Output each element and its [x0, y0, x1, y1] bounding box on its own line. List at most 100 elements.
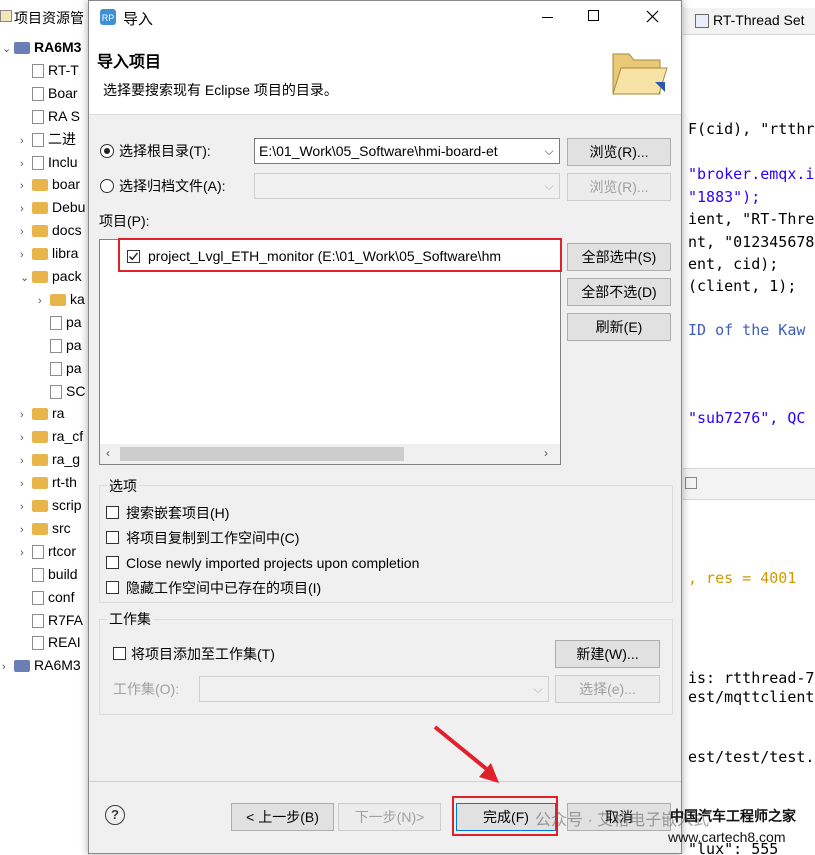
scrollbar-thumb[interactable] — [120, 447, 404, 461]
tree-item[interactable]: RT-T — [20, 59, 79, 81]
tree-item[interactable]: pa — [38, 334, 82, 356]
tree-item-label: rt-th — [52, 474, 77, 490]
tree-item[interactable]: › ka — [38, 288, 85, 310]
select-working-set-button: 选择(e)... — [555, 675, 660, 703]
chevron-right-icon[interactable]: › — [38, 290, 50, 312]
chevron-down-icon[interactable]: ⌵ — [541, 139, 557, 163]
tree-item-label: scrip — [52, 497, 82, 513]
code-line: "1883"); — [688, 188, 761, 206]
tree-item[interactable]: › rtcor — [20, 540, 76, 562]
dialog-titlebar[interactable]: RP 导入 — [89, 1, 681, 34]
option-label: Close newly imported projects upon compl… — [126, 555, 420, 571]
tree-item-label: RA S — [48, 108, 80, 124]
maximize-button[interactable] — [588, 10, 599, 21]
tree-item[interactable]: › 二进 — [20, 128, 76, 150]
tree-item[interactable]: › scrip — [20, 494, 82, 516]
tree-item[interactable]: build — [20, 563, 78, 585]
chevron-down-icon[interactable]: ⌄ — [20, 267, 32, 289]
header-file-icon — [32, 545, 44, 560]
chevron-right-icon[interactable]: › — [20, 153, 32, 175]
option-checkbox[interactable] — [106, 506, 119, 519]
chevron-right-icon[interactable]: › — [20, 496, 32, 518]
chevron-right-icon[interactable]: › — [20, 198, 32, 220]
add-to-working-set-checkbox[interactable] — [113, 647, 126, 660]
code-line: , res = 4001 — [688, 569, 797, 587]
folder-icon — [32, 202, 48, 215]
file-icon — [32, 614, 44, 629]
projects-list[interactable]: project_Lvgl_ETH_monitor (E:\01_Work\05_… — [99, 239, 561, 465]
code-line: is: rtthread-7 — [688, 669, 815, 687]
tree-item[interactable]: › ra_cf — [20, 425, 83, 447]
chevron-down-icon[interactable]: ⌄ — [2, 38, 14, 60]
settings-icon — [695, 14, 709, 28]
option-checkbox[interactable] — [106, 581, 119, 594]
chevron-right-icon[interactable]: › — [20, 175, 32, 197]
chevron-right-icon[interactable]: › — [20, 221, 32, 243]
deselect-all-button[interactable]: 全部不选(D) — [567, 278, 671, 306]
tree-item[interactable]: ⌄ pack — [20, 265, 82, 287]
chevron-right-icon[interactable]: › — [20, 542, 32, 564]
help-icon[interactable]: ? — [105, 805, 125, 825]
chevron-right-icon[interactable]: › — [20, 450, 32, 472]
folder-icon — [32, 225, 48, 238]
scroll-left-icon[interactable]: ‹ — [106, 446, 110, 460]
tree-item[interactable]: R7FA — [20, 609, 83, 631]
tree-item[interactable]: › boar — [20, 173, 80, 195]
project-explorer-tab[interactable]: 项目资源管 — [0, 6, 88, 34]
tree-item[interactable]: › libra — [20, 242, 78, 264]
tree-item[interactable]: › ra_g — [20, 448, 80, 470]
tree-item[interactable]: pa — [38, 357, 82, 379]
watermark-site-url: www.cartech8.com — [668, 829, 786, 845]
root-directory-combo[interactable]: E:\01_Work\05_Software\hmi-board-et ⌵ — [254, 138, 560, 164]
tree-item[interactable]: › Inclu — [20, 151, 78, 173]
console-icon — [685, 477, 697, 489]
select-all-button[interactable]: 全部选中(S) — [567, 243, 671, 271]
tree-item[interactable]: Boar — [20, 82, 78, 104]
minimize-button[interactable] — [542, 17, 553, 18]
tree-item-label: ka — [70, 291, 85, 307]
tree-item-label: src — [52, 520, 71, 536]
option-checkbox[interactable] — [106, 531, 119, 544]
new-working-set-button[interactable]: 新建(W)... — [555, 640, 660, 668]
root-directory-radio[interactable] — [100, 144, 114, 158]
scroll-right-icon[interactable]: › — [544, 446, 548, 460]
working-set-field-label: 工作集(O): — [113, 681, 180, 697]
chevron-right-icon[interactable]: › — [20, 473, 32, 495]
option-checkbox[interactable] — [106, 556, 119, 569]
back-button[interactable]: < 上一步(B) — [231, 803, 334, 831]
tree-item[interactable]: conf — [20, 586, 74, 608]
tree-item-label: ra_cf — [52, 428, 84, 444]
tree-item[interactable]: › docs — [20, 219, 82, 241]
chevron-right-icon[interactable]: › — [20, 404, 32, 426]
chevron-right-icon[interactable]: › — [20, 130, 32, 152]
archive-file-label: 选择归档文件(A): — [119, 178, 226, 194]
tree-item[interactable]: › Debu — [20, 196, 85, 218]
browse-root-button[interactable]: 浏览(R)... — [567, 138, 671, 166]
chevron-right-icon[interactable]: › — [2, 656, 14, 678]
tree-item-label: 二进 — [48, 131, 76, 147]
console-view-tab[interactable] — [683, 468, 815, 500]
horizontal-scrollbar[interactable]: ‹ › — [100, 444, 560, 464]
close-button[interactable] — [646, 10, 659, 23]
archive-file-radio[interactable] — [100, 179, 114, 193]
chevron-right-icon[interactable]: › — [20, 427, 32, 449]
folder-icon — [32, 431, 48, 444]
tree-item[interactable]: pa — [38, 311, 82, 333]
footer-divider — [89, 781, 681, 782]
tree-item[interactable]: ⌄ RA6M3 — [2, 36, 81, 58]
tree-item[interactable]: › ra — [20, 402, 64, 424]
dialog-header: 导入项目 选择要搜索现有 Eclipse 项目的目录。 — [89, 34, 681, 115]
includes-icon — [32, 156, 44, 171]
chevron-right-icon[interactable]: › — [20, 244, 32, 266]
editor-tab-rt-thread-settings[interactable]: RT-Thread Set — [683, 8, 815, 35]
tree-item-label: RA6M3 — [34, 39, 82, 55]
tree-item[interactable]: REAI — [20, 631, 81, 653]
code-line: ent, cid); — [688, 255, 779, 273]
refresh-button[interactable]: 刷新(E) — [567, 313, 671, 341]
tree-item[interactable]: › RA6M3 — [2, 654, 81, 676]
chevron-right-icon[interactable]: › — [20, 519, 32, 541]
tree-item[interactable]: RA S — [20, 105, 80, 127]
tree-item[interactable]: › rt-th — [20, 471, 77, 493]
tree-item[interactable]: SC — [38, 380, 85, 402]
tree-item[interactable]: › src — [20, 517, 71, 539]
